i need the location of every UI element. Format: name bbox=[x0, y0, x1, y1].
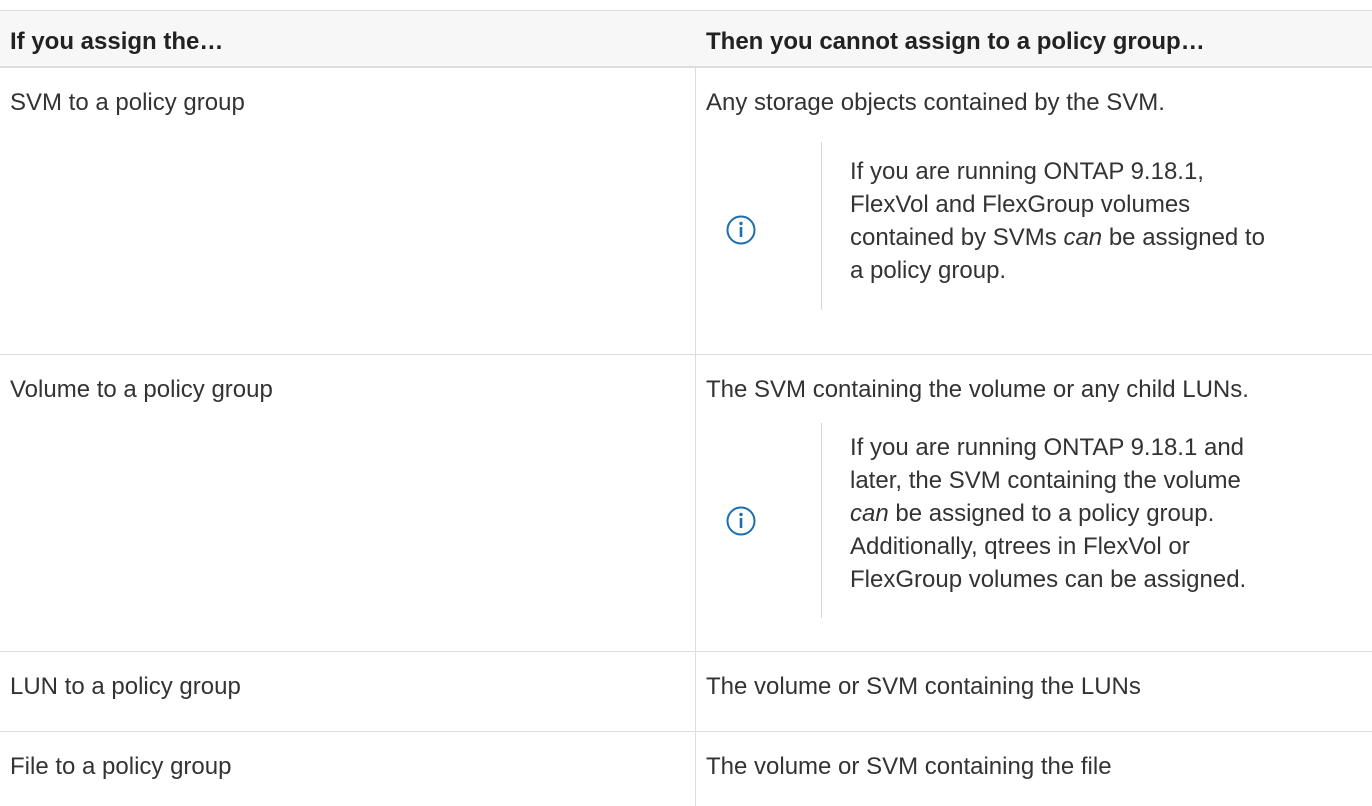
assign-cell: File to a policy group bbox=[10, 753, 232, 780]
header-cannot-assign: Then you cannot assign to a policy group… bbox=[706, 28, 1205, 55]
table-row: File to a policy group The volume or SVM… bbox=[0, 732, 1372, 806]
table-row: SVM to a policy group Any storage object… bbox=[0, 68, 1372, 355]
info-icon bbox=[726, 215, 756, 245]
note-divider bbox=[821, 423, 822, 618]
note-emphasis: can bbox=[850, 500, 889, 527]
table-row: LUN to a policy group The volume or SVM … bbox=[0, 652, 1372, 732]
assign-cell: LUN to a policy group bbox=[10, 673, 241, 700]
cannot-assign-cell: The volume or SVM containing the file bbox=[706, 753, 1112, 780]
note-text-segment: be assigned to a policy group. bbox=[888, 500, 1215, 527]
note-line: FlexGroup volumes can be assigned. bbox=[850, 566, 1247, 593]
note-emphasis: can bbox=[1063, 224, 1103, 251]
note-admonition: If you are running ONTAP 9.18.1 and late… bbox=[706, 423, 1370, 618]
assign-cell: SVM to a policy group bbox=[10, 89, 245, 116]
note-text-segment: contained by SVMs bbox=[850, 224, 1064, 251]
table-header-row: If you assign the… Then you cannot assig… bbox=[0, 10, 1372, 68]
note-line: If you are running ONTAP 9.18.1, bbox=[850, 158, 1204, 185]
note-text: If you are running ONTAP 9.18.1 and late… bbox=[850, 431, 1370, 596]
assign-cell: Volume to a policy group bbox=[10, 376, 273, 403]
table-row: Volume to a policy group The SVM contain… bbox=[0, 355, 1372, 652]
header-if-you-assign: If you assign the… bbox=[10, 28, 224, 55]
note-admonition: If you are running ONTAP 9.18.1, FlexVol… bbox=[706, 142, 1370, 310]
info-icon bbox=[726, 506, 756, 536]
note-line: can be assigned to a policy group. bbox=[850, 497, 1370, 530]
cannot-assign-cell: The SVM containing the volume or any chi… bbox=[706, 376, 1249, 403]
note-line: If you are running ONTAP 9.18.1 and bbox=[850, 434, 1245, 461]
note-line: later, the SVM containing the volume bbox=[850, 467, 1241, 494]
note-line: Additionally, qtrees in FlexVol or bbox=[850, 533, 1190, 560]
note-line: FlexVol and FlexGroup volumes bbox=[850, 191, 1191, 218]
policy-group-table: If you assign the… Then you cannot assig… bbox=[0, 10, 1372, 806]
cannot-assign-cell: The volume or SVM containing the LUNs bbox=[706, 673, 1141, 700]
note-text-segment: be assigned to bbox=[1102, 224, 1265, 251]
note-divider bbox=[821, 142, 822, 310]
note-line: a policy group. bbox=[850, 257, 1007, 284]
note-line: contained by SVMs can be assigned to bbox=[850, 221, 1370, 254]
note-text: If you are running ONTAP 9.18.1, FlexVol… bbox=[850, 155, 1370, 287]
cannot-assign-cell: Any storage objects contained by the SVM… bbox=[706, 89, 1165, 116]
